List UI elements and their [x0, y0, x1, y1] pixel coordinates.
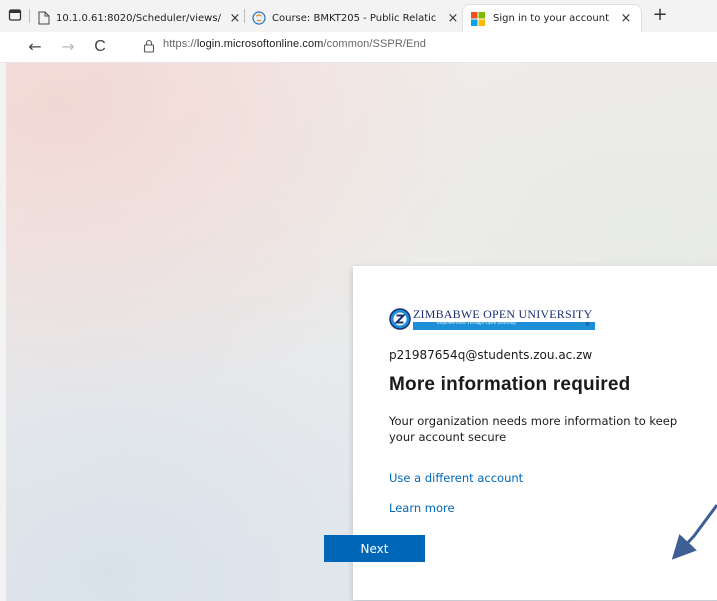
- back-button[interactable]: ←: [24, 36, 46, 58]
- learn-more-link[interactable]: Learn more: [389, 501, 455, 515]
- zou-emblem-icon: [389, 308, 411, 330]
- url-host: login.microsoftonline.com: [196, 38, 324, 50]
- description-text: Your organization needs more information…: [389, 414, 678, 444]
- tab-actions-icon[interactable]: [8, 8, 22, 22]
- logo-tagline: Empowerment Through Open Learning: [437, 321, 516, 326]
- browser-tab-bar: 10.1.0.61:8020/Scheduler/views/ × Course…: [0, 0, 717, 33]
- forward-button[interactable]: →: [57, 36, 79, 58]
- tab-close-button[interactable]: ×: [446, 11, 460, 26]
- tab-close-button[interactable]: ×: [228, 11, 242, 26]
- new-tab-button[interactable]: +: [648, 4, 672, 28]
- tab-label: Course: BMKT205 - Public Relatic: [272, 12, 437, 24]
- tab-label: Sign in to your account: [493, 13, 610, 24]
- tab-close-button[interactable]: ×: [619, 11, 633, 26]
- url-field[interactable]: https://login.microsoftonline.com/common…: [163, 38, 426, 50]
- url-prefix: https://: [163, 38, 197, 50]
- logo-registered-icon: ®: [585, 322, 590, 328]
- university-logo: ZIMBABWE OPEN UNIVERSITY Empowerment Thr…: [389, 306, 595, 334]
- tab-separator: [29, 9, 30, 23]
- account-email: p21987654q@students.zou.ac.zw: [389, 348, 593, 362]
- tab-course[interactable]: Course: BMKT205 - Public Relatic ×: [250, 4, 460, 32]
- address-bar: ← → C https://login.microsoftonline.com/…: [0, 32, 717, 63]
- refresh-button[interactable]: C: [89, 36, 111, 58]
- logo-text: ZIMBABWE OPEN UNIVERSITY: [413, 307, 593, 321]
- url-path: /common/SSPR/End: [323, 38, 426, 50]
- tab-label: 10.1.0.61:8020/Scheduler/views/: [56, 12, 221, 24]
- moodle-icon: [252, 11, 266, 25]
- tab-separator: [244, 9, 245, 23]
- lock-icon[interactable]: [143, 39, 155, 53]
- use-different-account-link[interactable]: Use a different account: [389, 471, 523, 485]
- page-icon: [38, 11, 50, 25]
- tab-scheduler[interactable]: 10.1.0.61:8020/Scheduler/views/ ×: [36, 4, 242, 32]
- window-edge: [0, 63, 6, 601]
- next-button[interactable]: Next: [324, 535, 425, 562]
- page-title: More information required: [389, 374, 631, 395]
- microsoft-logo-icon: [471, 11, 485, 26]
- tab-sign-in[interactable]: Sign in to your account ×: [462, 4, 642, 32]
